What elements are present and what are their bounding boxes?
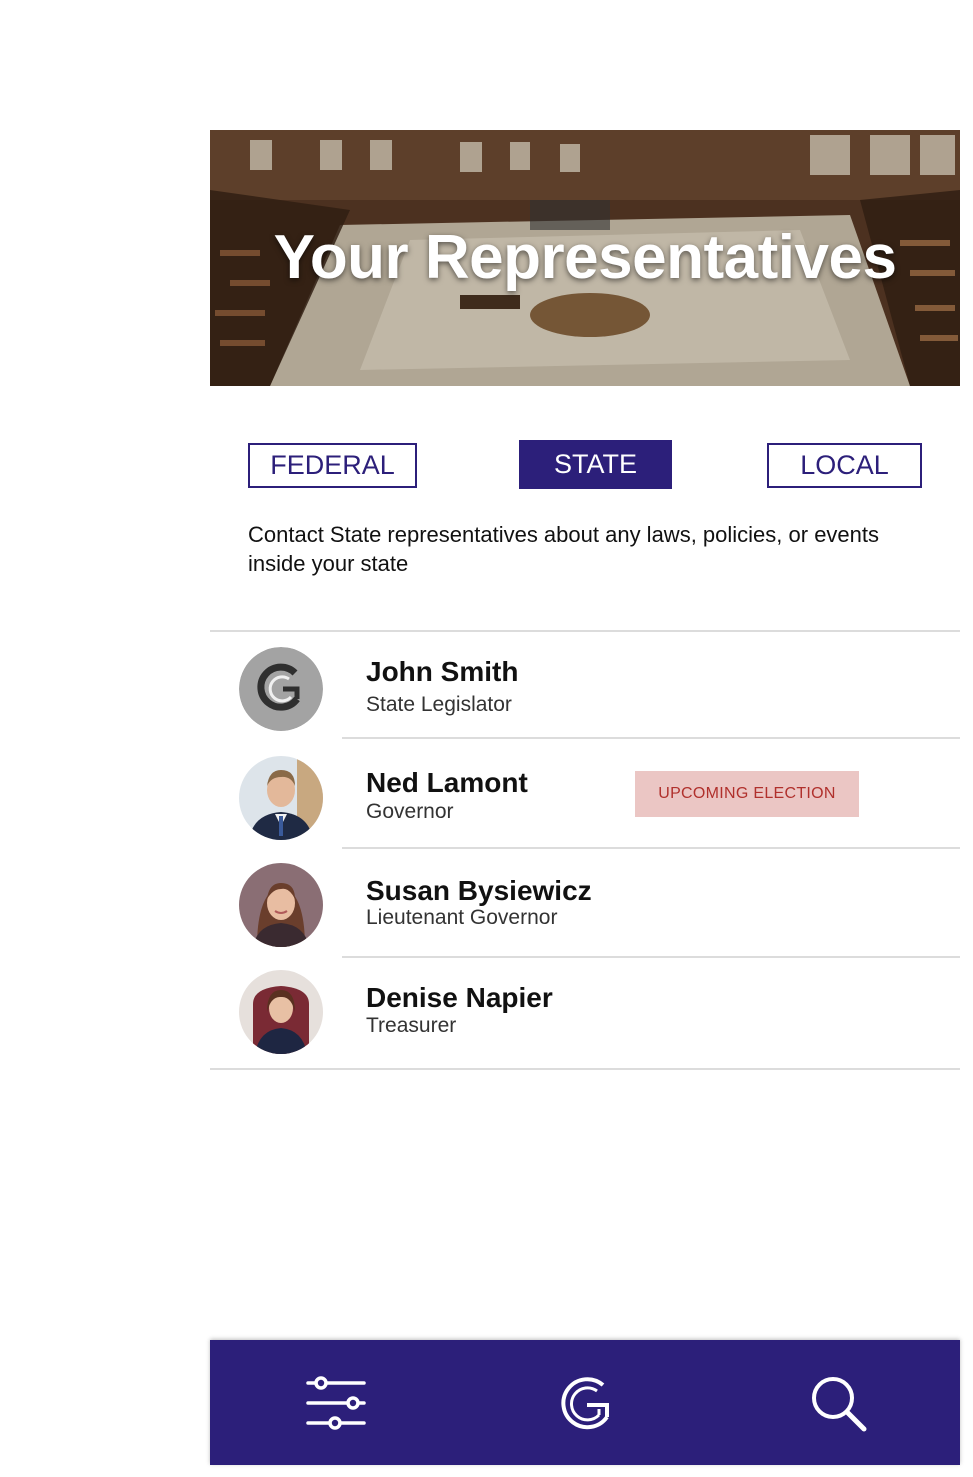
tab-state[interactable]: STATE — [519, 440, 672, 489]
hero-banner: Your Representatives — [210, 130, 960, 386]
rep-name: John Smith — [366, 656, 519, 687]
rep-title: Treasurer — [366, 1014, 457, 1037]
rep-name: Ned Lamont — [366, 767, 528, 798]
portrait-photo — [239, 863, 323, 947]
app-screen: Your Representatives FEDERAL STATE LOCAL… — [210, 0, 960, 1477]
portrait-photo — [239, 756, 323, 840]
page-title: Your Representatives — [273, 223, 897, 292]
avatar — [239, 863, 323, 947]
rep-title: Governor — [366, 800, 454, 823]
home-button[interactable] — [550, 1368, 620, 1438]
rep-title: State Legislator — [366, 693, 512, 716]
list-item-susan-bysiewicz[interactable]: Susan Bysiewicz Lieutenant Governor — [210, 849, 960, 958]
list-item-ned-lamont[interactable]: Ned Lamont Governor UPCOMING ELECTION — [210, 739, 960, 849]
app-logo-icon — [561, 1377, 609, 1430]
rep-title: Lieutenant Governor — [366, 906, 558, 929]
filter-sliders-icon — [306, 1376, 366, 1430]
portrait-photo — [239, 970, 323, 1054]
list-item-john-smith[interactable]: John Smith State Legislator — [210, 630, 960, 739]
search-button[interactable] — [803, 1368, 873, 1438]
upcoming-election-badge: UPCOMING ELECTION — [635, 771, 859, 817]
level-description: Contact State representatives about any … — [248, 522, 880, 576]
list-item-denise-napier[interactable]: Denise Napier Treasurer — [210, 958, 960, 1070]
tab-federal[interactable]: FEDERAL — [248, 443, 417, 488]
filter-button[interactable] — [301, 1368, 371, 1438]
avatar — [239, 647, 323, 731]
avatar — [239, 970, 323, 1054]
search-icon — [812, 1377, 867, 1432]
divider — [210, 1068, 960, 1070]
rep-name: Denise Napier — [366, 982, 553, 1013]
tab-local[interactable]: LOCAL — [767, 443, 922, 488]
rep-name: Susan Bysiewicz — [366, 875, 592, 906]
avatar — [239, 756, 323, 840]
logo-placeholder-icon — [239, 647, 323, 731]
bottom-navigation — [210, 1340, 960, 1465]
